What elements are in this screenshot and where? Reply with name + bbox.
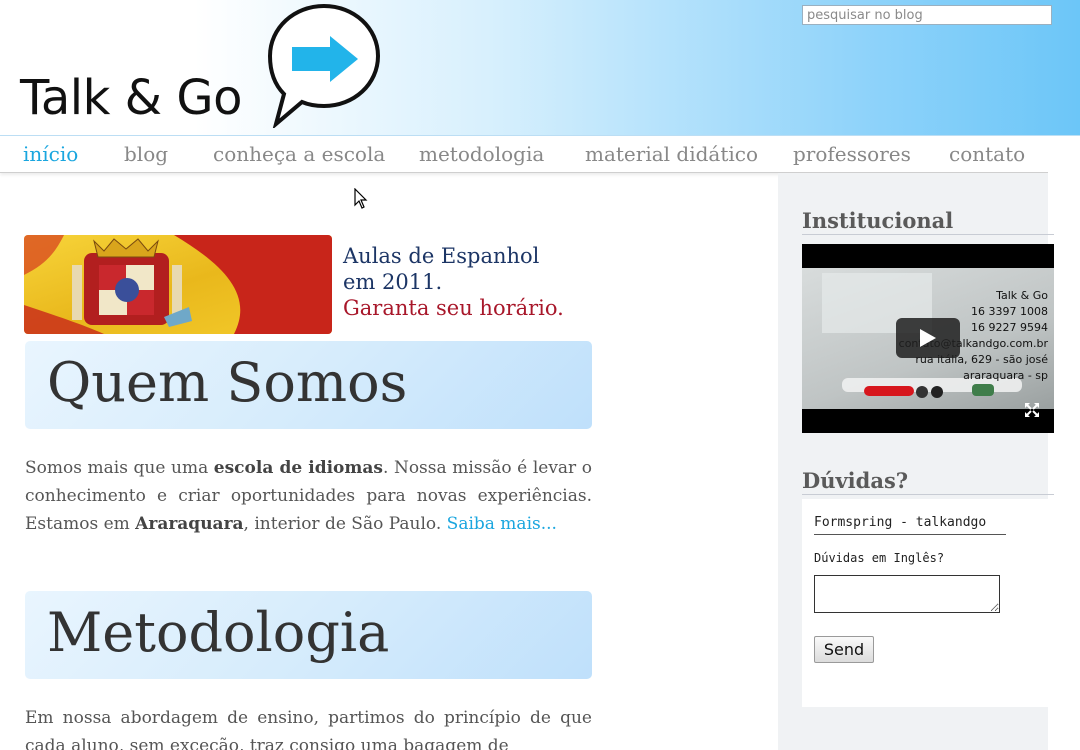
metodologia-paragraph: Em nossa abordagem de ensino, partimos d… [25, 708, 592, 750]
spain-flag-image [24, 235, 332, 334]
nav-item-metodologia[interactable]: metodologia [419, 142, 544, 166]
play-button[interactable] [896, 318, 960, 358]
formspring-title[interactable]: Formspring - talkandgo [814, 515, 1006, 535]
send-button[interactable]: Send [814, 636, 874, 663]
question-textarea[interactable] [814, 575, 1000, 613]
quem-somos-paragraph: Somos mais que uma escola de idiomas. No… [25, 454, 592, 538]
video-card-line: araraquara - sp [963, 369, 1048, 382]
search-input[interactable] [802, 5, 1052, 25]
banner-caption: Aulas de Espanhol em 2011. Garanta seu h… [343, 243, 564, 321]
site-header: Talk & Go [0, 0, 1080, 136]
nav-item-conheca-a-escola[interactable]: conheça a escola [213, 142, 385, 166]
section-heading-quem-somos: Quem Somos [25, 341, 592, 429]
nav-item-contato[interactable]: contato [949, 142, 1025, 166]
saiba-mais-link[interactable]: Saiba mais... [447, 514, 557, 534]
fullscreen-icon[interactable] [1024, 402, 1040, 418]
nav-item-inicio[interactable]: início [23, 142, 78, 166]
play-icon [920, 329, 936, 347]
section-title: Metodologia [47, 601, 390, 664]
logo-text[interactable]: Talk & Go [20, 74, 242, 122]
section-title: Quem Somos [47, 351, 408, 414]
nav-item-blog[interactable]: blog [124, 142, 168, 166]
nav-item-material-didatico[interactable]: material didático [585, 142, 758, 166]
institucional-heading: Institucional [802, 208, 1054, 235]
paragraph-text: , interior de São Paulo. [243, 514, 447, 534]
paragraph-bold: escola de idiomas [213, 458, 383, 478]
banner-line-3: Garanta seu horário. [343, 296, 564, 320]
banner-line-2: em 2011. [343, 270, 443, 294]
video-player[interactable]: Talk & Go 16 3397 1008 16 9227 9594 cont… [802, 244, 1054, 433]
formspring-widget: Formspring - talkandgo Dúvidas em Inglês… [802, 499, 1054, 707]
mouse-cursor-icon [354, 188, 368, 209]
spanish-classes-banner[interactable]: Aulas de Espanhol em 2011. Garanta seu h… [24, 235, 564, 335]
main-nav: início blog conheça a escola metodologia… [0, 136, 1048, 173]
logo-bubble-arrow-icon[interactable] [266, 2, 382, 128]
banner-line-1: Aulas de Espanhol [343, 244, 540, 268]
section-heading-metodologia: Metodologia [25, 591, 592, 679]
duvidas-heading: Dúvidas? [802, 468, 1054, 495]
paragraph-bold: Araraquara [135, 514, 244, 534]
nav-item-professores[interactable]: professores [793, 142, 911, 166]
question-label: Dúvidas em Inglês? [814, 551, 945, 565]
paragraph-text: Somos mais que uma [25, 458, 214, 478]
video-card-line: Talk & Go [996, 289, 1048, 302]
